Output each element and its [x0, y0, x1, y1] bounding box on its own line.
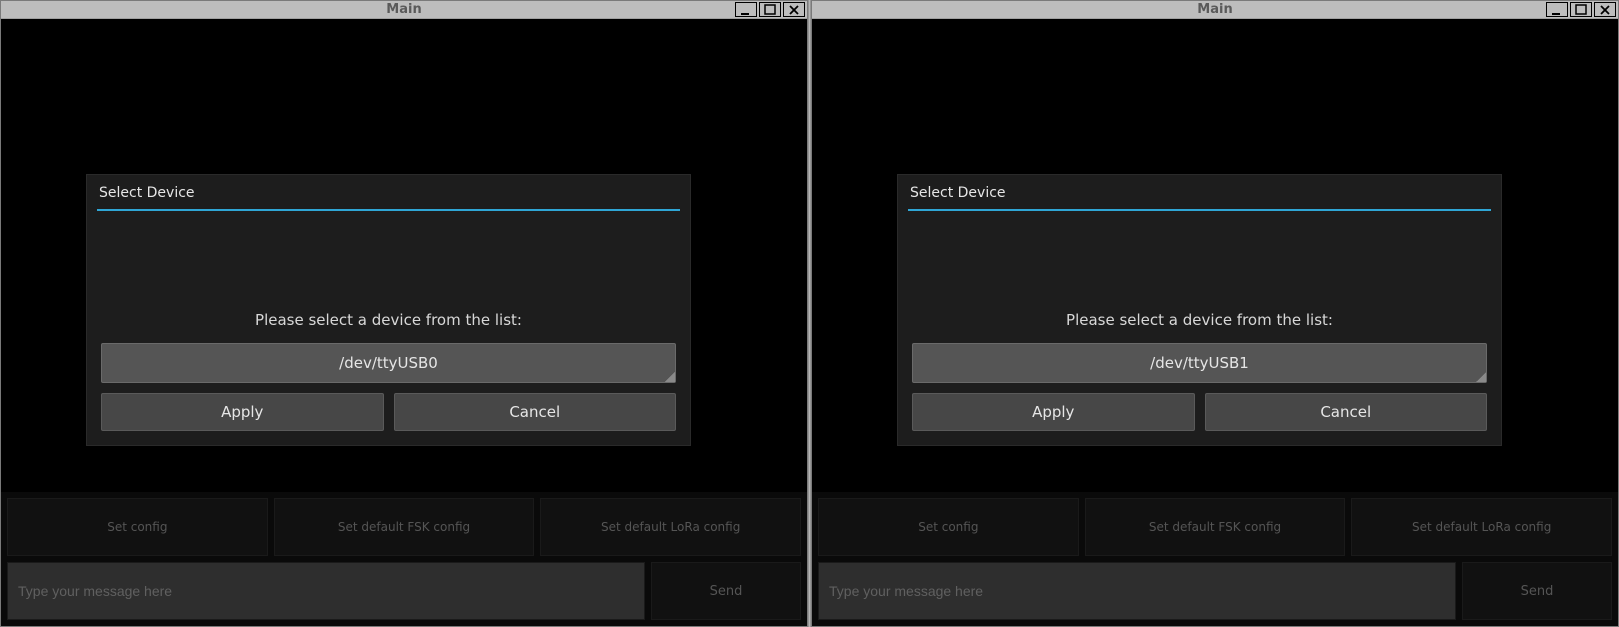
device-select-value: /dev/ttyUSB0	[339, 354, 438, 372]
maximize-icon	[1575, 4, 1587, 16]
cancel-button-label: Cancel	[509, 403, 560, 421]
config-button-row: Set config Set default FSK config Set de…	[818, 498, 1612, 556]
dialog-actions: Apply Cancel	[912, 393, 1487, 431]
select-device-dialog: Select Device Please select a device fro…	[86, 174, 691, 446]
titlebar[interactable]: Main	[1, 1, 807, 19]
window-title: Main	[1197, 2, 1232, 17]
set-lora-config-button[interactable]: Set default LoRa config	[540, 498, 801, 556]
set-lora-config-button[interactable]: Set default LoRa config	[1351, 498, 1612, 556]
device-select[interactable]: /dev/ttyUSB0	[101, 343, 676, 383]
titlebar-buttons	[1546, 2, 1616, 17]
window-main-0: Main Select Device Please	[0, 0, 808, 627]
maximize-button[interactable]	[759, 2, 781, 17]
close-icon	[788, 4, 800, 16]
dialog-header: Select Device	[87, 175, 690, 209]
window-title: Main	[386, 2, 421, 17]
message-input[interactable]	[818, 562, 1456, 620]
dialog-prompt: Please select a device from the list:	[912, 311, 1487, 329]
maximize-button[interactable]	[1570, 2, 1592, 17]
config-button-row: Set config Set default FSK config Set de…	[7, 498, 801, 556]
bottom-bar: Set config Set default FSK config Set de…	[1, 492, 807, 626]
set-config-label: Set config	[107, 520, 167, 534]
send-button-label: Send	[710, 584, 743, 599]
close-button[interactable]	[1594, 2, 1616, 17]
minimize-button[interactable]	[1546, 2, 1568, 17]
minimize-button[interactable]	[735, 2, 757, 17]
dialog-title: Select Device	[99, 185, 678, 201]
minimize-icon	[1551, 4, 1563, 16]
message-row: Send	[7, 562, 801, 620]
set-fsk-config-label: Set default FSK config	[1149, 520, 1281, 534]
cancel-button[interactable]: Cancel	[394, 393, 677, 431]
dialog-header: Select Device	[898, 175, 1501, 209]
apply-button[interactable]: Apply	[101, 393, 384, 431]
titlebar-buttons	[735, 2, 805, 17]
window-main-1: Main Select Device Please	[811, 0, 1619, 627]
client-area: Select Device Please select a device fro…	[1, 19, 807, 626]
apply-button-label: Apply	[221, 403, 263, 421]
dialog-title: Select Device	[910, 185, 1489, 201]
desktop: Main Select Device Please	[0, 0, 1619, 627]
set-lora-config-label: Set default LoRa config	[601, 520, 740, 534]
minimize-icon	[740, 4, 752, 16]
titlebar[interactable]: Main	[812, 1, 1618, 19]
set-fsk-config-button[interactable]: Set default FSK config	[1085, 498, 1346, 556]
send-button-label: Send	[1521, 584, 1554, 599]
apply-button-label: Apply	[1032, 403, 1074, 421]
send-button[interactable]: Send	[1462, 562, 1612, 620]
client-area: Select Device Please select a device fro…	[812, 19, 1618, 626]
select-device-dialog: Select Device Please select a device fro…	[897, 174, 1502, 446]
set-config-label: Set config	[918, 520, 978, 534]
set-fsk-config-button[interactable]: Set default FSK config	[274, 498, 535, 556]
cancel-button[interactable]: Cancel	[1205, 393, 1488, 431]
set-config-button[interactable]: Set config	[818, 498, 1079, 556]
set-fsk-config-label: Set default FSK config	[338, 520, 470, 534]
dialog-body: Please select a device from the list: /d…	[898, 211, 1501, 445]
dialog-prompt: Please select a device from the list:	[101, 311, 676, 329]
dialog-body: Please select a device from the list: /d…	[87, 211, 690, 445]
close-icon	[1599, 4, 1611, 16]
message-row: Send	[818, 562, 1612, 620]
apply-button[interactable]: Apply	[912, 393, 1195, 431]
set-config-button[interactable]: Set config	[7, 498, 268, 556]
set-lora-config-label: Set default LoRa config	[1412, 520, 1551, 534]
dialog-actions: Apply Cancel	[101, 393, 676, 431]
message-input[interactable]	[7, 562, 645, 620]
cancel-button-label: Cancel	[1320, 403, 1371, 421]
device-select[interactable]: /dev/ttyUSB1	[912, 343, 1487, 383]
bottom-bar: Set config Set default FSK config Set de…	[812, 492, 1618, 626]
close-button[interactable]	[783, 2, 805, 17]
send-button[interactable]: Send	[651, 562, 801, 620]
device-select-value: /dev/ttyUSB1	[1150, 354, 1249, 372]
maximize-icon	[764, 4, 776, 16]
